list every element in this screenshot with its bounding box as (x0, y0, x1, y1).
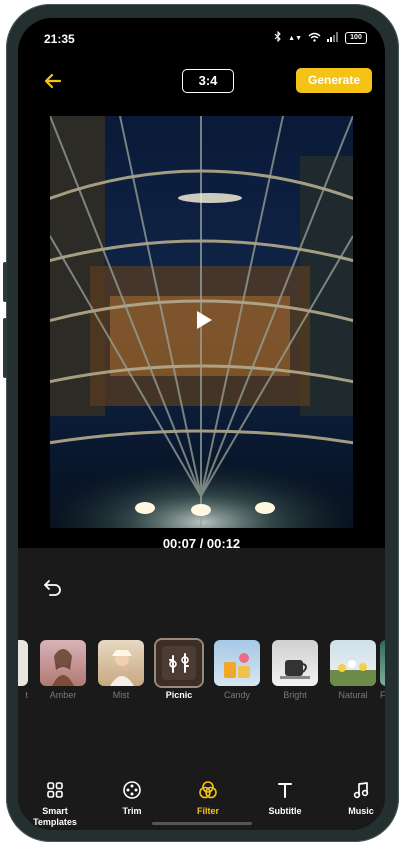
play-icon[interactable] (191, 308, 215, 332)
nav-music[interactable]: Music (326, 780, 385, 817)
battery-icon: 100 (345, 32, 367, 44)
filter-item[interactable]: Picnic (156, 640, 202, 700)
filter-thumbnail (40, 640, 86, 686)
volume-button (3, 262, 7, 302)
filter-thumbnail (156, 640, 202, 686)
video-preview[interactable] (50, 116, 353, 528)
filter-item[interactable]: t (18, 640, 28, 700)
data-speed-icon: ▲▼ (288, 34, 302, 42)
nav-label: Filter (196, 806, 219, 816)
filter-thumbnail (272, 640, 318, 686)
nav-label: Music (348, 806, 374, 816)
nav-label: Smart Templates (33, 806, 77, 827)
screen: 21:35 ▲▼ 100 3:4 Generate 00:07 / 00:12 … (18, 18, 385, 830)
nav-label: Subtitle (268, 806, 302, 816)
nav-filter[interactable]: Filter (173, 780, 243, 817)
edit-panel: t Amber Mist Picnic Candy Bright Natural… (18, 548, 385, 830)
film-reel-icon (122, 780, 142, 800)
filter-label: Candy (223, 690, 250, 700)
filter-item[interactable]: Mist (98, 640, 144, 700)
filter-thumbnail (330, 640, 376, 686)
filter-label: Amber (49, 690, 77, 700)
filter-label: t (25, 690, 28, 700)
wifi-icon (308, 32, 321, 45)
filter-strip[interactable]: t Amber Mist Picnic Candy Bright Natural… (18, 640, 385, 710)
grid-icon (45, 780, 65, 800)
filter-item[interactable]: F (380, 640, 385, 700)
music-note-icon (351, 780, 371, 800)
generate-button[interactable]: Generate (296, 68, 372, 93)
filter-label: Bright (283, 690, 307, 700)
nav-smart-templates[interactable]: Smart Templates (20, 780, 90, 828)
nav-label: Trim (122, 806, 142, 816)
filter-label: Mist (112, 690, 130, 700)
undo-icon[interactable] (42, 576, 64, 598)
filter-thumbnail (98, 640, 144, 686)
status-bar: 21:35 ▲▼ 100 (18, 18, 385, 62)
bluetooth-icon (274, 30, 282, 45)
signal-icon (327, 31, 339, 45)
back-arrow-icon[interactable] (40, 68, 66, 94)
filter-item[interactable]: Natural (330, 640, 376, 700)
filter-label: Natural (338, 690, 368, 700)
filter-thumbnail (18, 640, 28, 686)
status-time: 21:35 (44, 32, 75, 46)
nav-trim[interactable]: Trim (97, 780, 167, 817)
home-indicator[interactable] (152, 822, 252, 825)
filter-thumbnail (214, 640, 260, 686)
filter-label: Picnic (165, 690, 193, 700)
filter-circles-icon (198, 780, 218, 800)
power-button (3, 318, 7, 378)
filter-label: F (380, 690, 385, 700)
nav-subtitle[interactable]: Subtitle (250, 780, 320, 817)
filter-thumbnail (380, 640, 385, 686)
filter-item[interactable]: Candy (214, 640, 260, 700)
status-icons: ▲▼ 100 (274, 30, 367, 45)
text-t-icon (275, 780, 295, 800)
filter-item[interactable]: Bright (272, 640, 318, 700)
filter-item[interactable]: Amber (40, 640, 86, 700)
top-bar: 3:4 Generate (18, 64, 385, 98)
aspect-ratio-button[interactable]: 3:4 (182, 69, 234, 93)
